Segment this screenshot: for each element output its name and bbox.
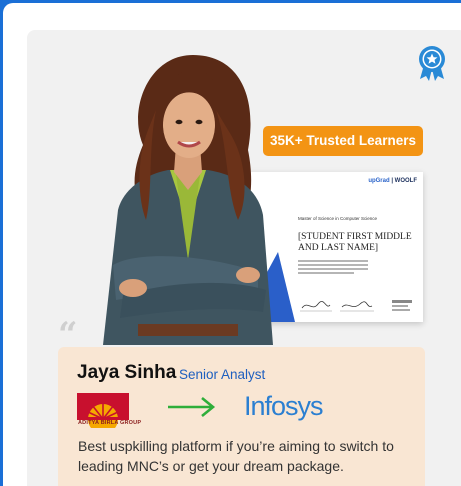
learner-name: Jaya Sinha [77,362,177,383]
infosys-logo: Infosys [244,391,324,421]
certificate-degree: Master of Science in Computer Science [298,216,378,221]
certificate-signatures [300,300,412,312]
testimonial-box: Jaya Sinha Senior Analyst ADITYA BIRLA G… [58,347,425,486]
learner-portrait [103,55,273,345]
certificate-student-name: [STUDENT FIRST MIDDLE AND LAST NAME] [298,232,412,253]
award-ribbon-icon [419,46,445,81]
certificate-logo: upGrad | WOOLF [368,178,417,184]
testimonial-quote: Best uspkilling platform if you’re aimin… [78,438,394,474]
aditya-birla-label: ADITYA BIRLA GROUP [78,420,142,426]
learner-role: Senior Analyst [179,367,266,382]
arrow-right-icon [168,396,216,418]
trusted-learners-badge: 35K+ Trusted Learners [263,126,423,156]
certificate-body-lines [298,260,368,276]
